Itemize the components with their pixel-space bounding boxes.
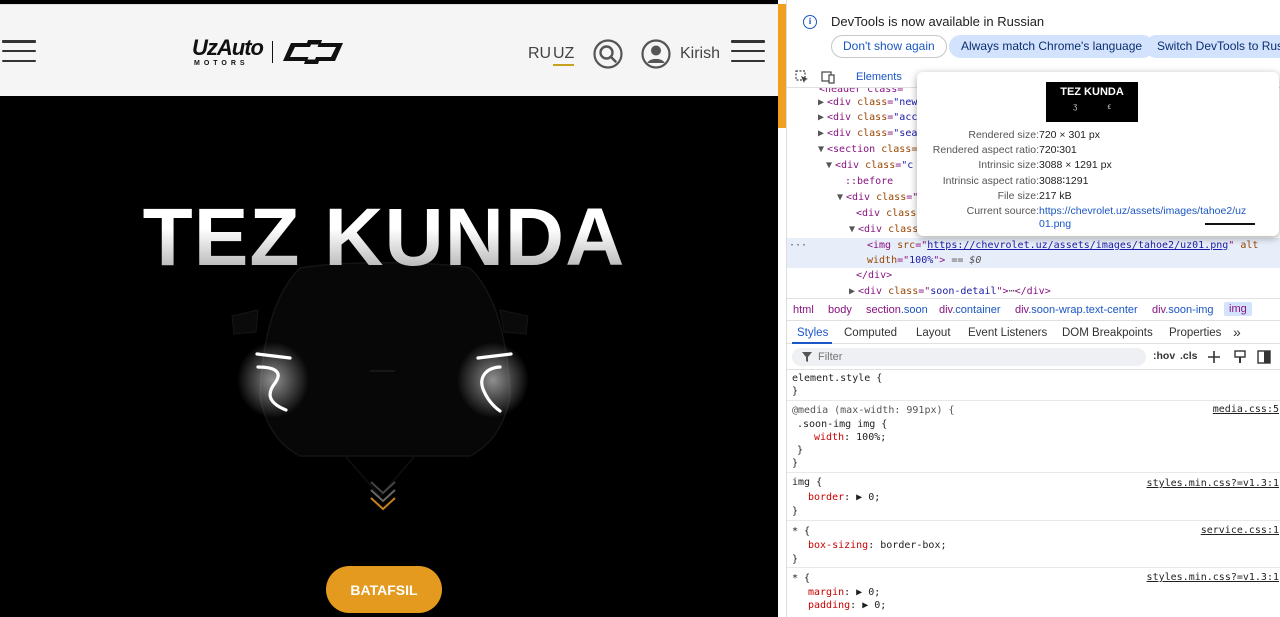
tooltip-row: Rendered aspect ratio: 720∶301 — [932, 144, 1077, 156]
dom-node[interactable]: ▼ <div class=" — [837, 190, 918, 205]
styles-min-source-link[interactable]: styles.min.css?=v1.3:1 — [1147, 478, 1279, 489]
dom-node[interactable]: ▶ <div class="sea — [818, 126, 917, 141]
menu-right-icon[interactable] — [731, 40, 765, 62]
tab-event-listeners[interactable]: Event Listeners — [968, 327, 1047, 339]
site-header: UzAuto MOTORS RU UZ Kirish — [0, 4, 778, 96]
lang-uz-link[interactable]: UZ — [553, 45, 575, 66]
dont-show-again-button[interactable]: Don't show again — [831, 35, 947, 58]
user-account-icon[interactable] — [641, 39, 671, 69]
search-icon[interactable] — [593, 39, 623, 69]
dom-breadcrumbs: html body section.soon div.container div… — [787, 298, 1280, 320]
tooltip-row: Intrinsic aspect ratio: 3088∶1291 — [942, 175, 1089, 187]
dom-node[interactable]: ▶ <div class="acc — [818, 110, 917, 125]
styles-pane: element.style { } @media (max-width: 991… — [787, 370, 1280, 617]
menu-left-icon[interactable] — [2, 40, 36, 62]
dom-node-close[interactable]: </div> — [856, 268, 892, 283]
dom-node-soon-detail[interactable]: ▶ <div class="soon-detail">⋯</div> — [849, 284, 1051, 296]
dom-pseudo-before[interactable]: ::before — [845, 174, 893, 189]
style-rule-universal[interactable]: * { service.css:1 box-sizing: border-box… — [787, 521, 1280, 568]
breadcrumb-body[interactable]: body — [828, 304, 852, 316]
dom-node[interactable]: ▼ <div class — [849, 222, 918, 237]
language-infobar: i DevTools is now available in Russian D… — [787, 0, 1280, 66]
new-style-rule-icon[interactable] — [1207, 350, 1221, 364]
login-link[interactable]: Kirish — [680, 45, 720, 63]
styles-subtabs: Styles Computed Layout Event Listeners D… — [787, 320, 1280, 344]
dom-node-img-selected[interactable]: ··· <img src="https://chevrolet.uz/asset… — [787, 238, 1280, 268]
hero-title: TEZ KUNDA — [0, 191, 768, 285]
match-chrome-language-button[interactable]: Always match Chrome's language — [949, 35, 1155, 58]
tab-properties[interactable]: Properties — [1169, 327, 1221, 339]
filter-funnel-icon — [802, 352, 812, 362]
toggle-sidebar-icon[interactable] — [1257, 350, 1271, 364]
website-viewport: UzAuto MOTORS RU UZ Kirish TEZ KUNDA BAT… — [0, 0, 778, 617]
tab-dom-breakpoints[interactable]: DOM Breakpoints — [1062, 327, 1153, 339]
inspect-element-icon[interactable] — [795, 70, 809, 84]
breadcrumb-soon-wrap[interactable]: div.soon-wrap.text-center — [1015, 304, 1138, 316]
service-css-source-link[interactable]: service.css:1 — [1201, 525, 1279, 536]
breadcrumb-container[interactable]: div.container — [939, 304, 1001, 316]
styles-min-source-link-2[interactable]: styles.min.css?=v1.3:1 — [1147, 572, 1279, 583]
batafsil-button[interactable]: BATAFSIL — [326, 566, 442, 613]
img-src-link[interactable]: https://chevrolet.uz/assets/images/tahoe… — [927, 240, 1228, 251]
info-icon: i — [803, 15, 817, 29]
style-rule-element[interactable]: element.style { } — [787, 370, 1280, 401]
devtools-panel: i DevTools is now available in Russian D… — [786, 0, 1280, 617]
cls-toggle[interactable]: .cls — [1180, 350, 1198, 362]
tab-elements[interactable]: Elements — [856, 71, 902, 83]
style-rule-img[interactable]: img { styles.min.css?=v1.3:1 border: ▶ 0… — [787, 473, 1280, 521]
dom-node[interactable]: ▶ <div class="new — [818, 95, 917, 110]
dom-node[interactable]: ▼ <section class= — [818, 142, 917, 157]
style-rule-universal-2[interactable]: * { styles.min.css?=v1.3:1 margin: ▶ 0; … — [787, 568, 1280, 617]
chevrolet-bowtie-icon — [283, 40, 344, 64]
lang-ru-link[interactable]: RU — [528, 45, 551, 63]
breadcrumb-section[interactable]: section.soon — [866, 304, 928, 316]
tooltip-row: Intrinsic size: 3088 × 1291 px — [978, 159, 1112, 171]
logo-main-text: UzAuto — [192, 35, 264, 60]
tab-computed[interactable]: Computed — [844, 327, 897, 339]
filter-box — [792, 348, 1146, 366]
tab-layout[interactable]: Layout — [916, 327, 951, 339]
tab-styles[interactable]: Styles — [797, 327, 828, 339]
tooltip-row: File size: 217 kB — [997, 190, 1072, 202]
dom-node[interactable]: <div class — [856, 206, 916, 221]
styles-filter-input[interactable] — [818, 351, 1138, 363]
switch-devtools-language-button[interactable]: Switch DevTools to Russi — [1145, 35, 1280, 58]
scroll-down-chevron-icon[interactable] — [368, 480, 398, 516]
style-rule-media[interactable]: @media (max-width: 991px) { media.css:5 … — [787, 401, 1280, 473]
breadcrumb-html[interactable]: html — [793, 304, 814, 316]
breadcrumb-soon-img[interactable]: div.soon-img — [1152, 304, 1214, 316]
more-tabs-chevron-icon[interactable]: » — [1233, 324, 1241, 340]
uzauto-logo[interactable]: UzAuto MOTORS — [192, 35, 345, 69]
paint-format-icon[interactable] — [1233, 350, 1247, 364]
breadcrumb-img[interactable]: img — [1224, 302, 1252, 316]
resize-strip — [778, 4, 786, 128]
logo-divider — [271, 41, 274, 63]
device-toolbar-icon[interactable] — [821, 70, 835, 84]
image-info-tooltip: TEZ KUNDA ʒ ϵ Rendered size: 720 × 301 px… — [917, 72, 1279, 236]
styles-filter-bar: :hov .cls — [787, 344, 1280, 370]
hov-toggle[interactable]: :hov — [1153, 350, 1175, 362]
logo-sub-text: MOTORS — [194, 60, 249, 67]
infobar-message: DevTools is now available in Russian — [831, 14, 1045, 29]
hero-section: TEZ KUNDA BATAFSIL — [0, 96, 778, 617]
tooltip-thumbnail: TEZ KUNDA ʒ ϵ — [1046, 82, 1138, 122]
tooltip-row: Rendered size: 720 × 301 px — [968, 129, 1101, 141]
dom-node[interactable]: ▼ <div class="c — [826, 158, 913, 173]
car-silhouette-image — [231, 262, 529, 498]
annotation-underline — [1205, 223, 1255, 225]
media-css-source-link[interactable]: media.css:5 — [1213, 404, 1279, 415]
